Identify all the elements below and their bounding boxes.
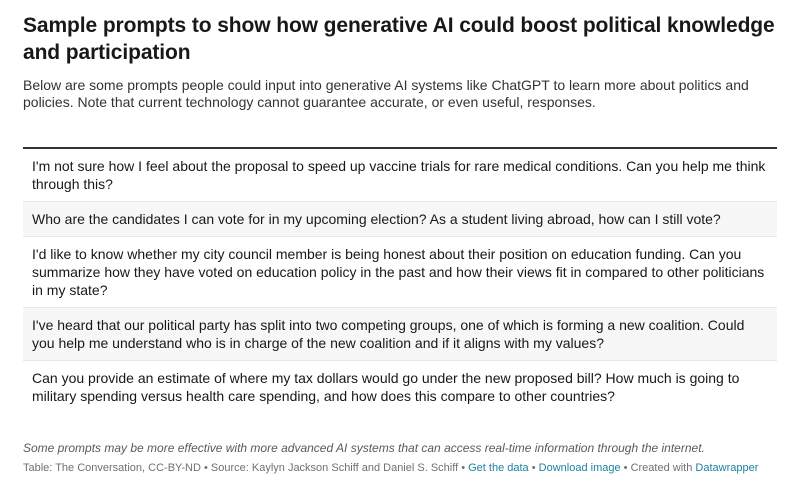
separator: • (461, 462, 466, 474)
prompts-table: I'm not sure how I feel about the propos… (23, 147, 777, 413)
created-with-text: Created with (630, 462, 693, 474)
separator: • (531, 462, 536, 474)
get-the-data-link[interactable]: Get the data (468, 462, 529, 474)
table-row: Who are the candidates I can vote for in… (23, 202, 777, 237)
download-image-link[interactable]: Download image (539, 462, 621, 474)
separator: • (203, 462, 208, 474)
separator: • (623, 462, 628, 474)
notes: Some prompts may be more effective with … (23, 441, 705, 455)
table-row: I'm not sure how I feel about the propos… (23, 149, 777, 202)
table-row: I've heard that our political party has … (23, 308, 777, 361)
table-row: I'd like to know whether my city council… (23, 237, 777, 308)
chart-container: Sample prompts to show how generative AI… (0, 0, 801, 496)
source-text: Source: Kaylyn Jackson Schiff and Daniel… (210, 462, 459, 474)
table-credit: Table: The Conversation, CC-BY-ND (23, 462, 201, 474)
page-title: Sample prompts to show how generative AI… (23, 14, 775, 64)
table-row: Can you provide an estimate of where my … (32, 370, 740, 404)
datawrapper-link[interactable]: Datawrapper (695, 462, 758, 474)
footer: Table: The Conversation, CC-BY-ND • Sour… (23, 461, 783, 475)
description: Below are some prompts people could inpu… (23, 77, 749, 110)
